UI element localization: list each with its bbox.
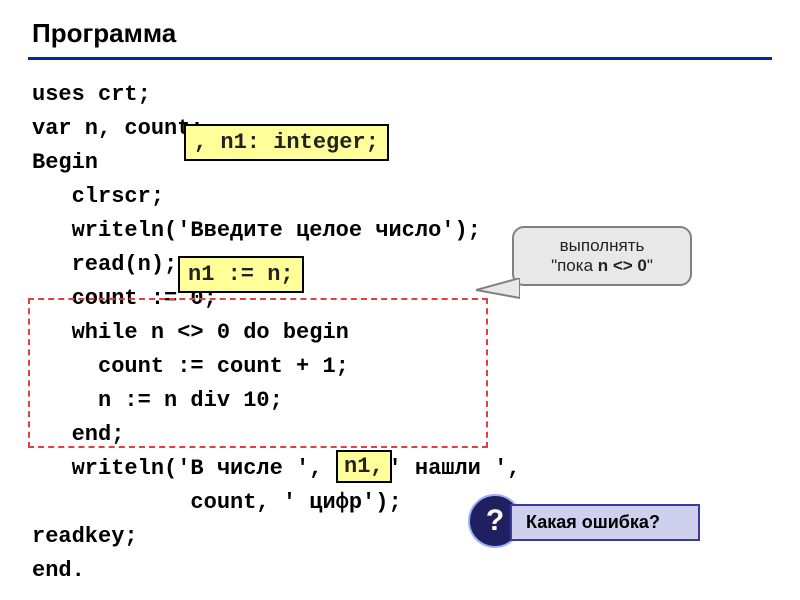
speech-tail bbox=[476, 278, 520, 302]
slide-title: Программа bbox=[0, 0, 800, 57]
speech-bubble: выполнять "пока n <> 0" bbox=[512, 226, 692, 286]
speech-line2: "пока n <> 0" bbox=[528, 256, 676, 276]
overlay-n1-ref: n1, bbox=[336, 450, 392, 483]
overlay-n1-declaration: , n1: integer; bbox=[184, 124, 389, 161]
error-label-box: Какая ошибка? bbox=[510, 504, 700, 541]
overlay-n1-assign: n1 := n; bbox=[178, 256, 304, 293]
speech-line1: выполнять bbox=[528, 236, 676, 256]
highlight-box-while bbox=[28, 298, 488, 448]
title-separator bbox=[28, 57, 772, 60]
